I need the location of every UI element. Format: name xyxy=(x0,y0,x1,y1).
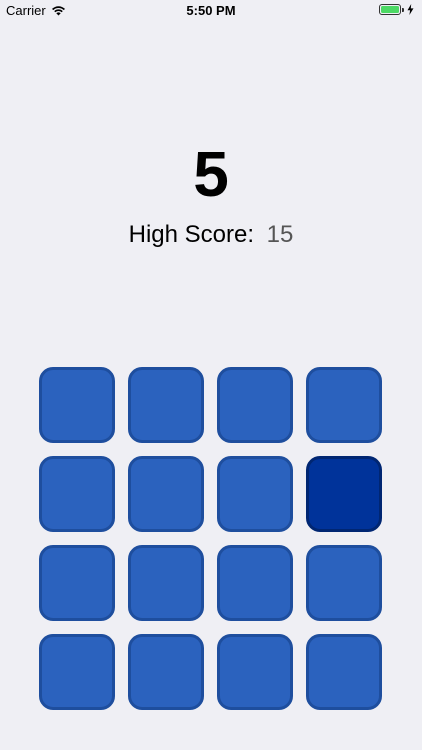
game-tile[interactable] xyxy=(306,367,382,443)
battery-fill xyxy=(381,6,399,13)
game-tile[interactable] xyxy=(217,456,293,532)
game-tile[interactable] xyxy=(39,456,115,532)
status-bar: Carrier 5:50 PM xyxy=(0,0,422,22)
game-tile[interactable] xyxy=(128,545,204,621)
game-tile[interactable] xyxy=(39,634,115,710)
status-time: 5:50 PM xyxy=(186,3,236,18)
game-tile[interactable] xyxy=(39,367,115,443)
game-tile-active[interactable] xyxy=(306,456,382,532)
game-tile[interactable] xyxy=(217,634,293,710)
current-score: 5 xyxy=(193,138,229,210)
game-tile[interactable] xyxy=(217,545,293,621)
game-tile[interactable] xyxy=(128,367,204,443)
game-tile[interactable] xyxy=(306,634,382,710)
bolt-icon xyxy=(407,4,414,15)
game-tile[interactable] xyxy=(39,545,115,621)
high-score-label: High Score: xyxy=(128,221,254,248)
battery-indicator xyxy=(379,4,414,15)
game-tile[interactable] xyxy=(128,634,204,710)
battery-icon xyxy=(379,4,401,15)
tile-grid xyxy=(39,367,383,710)
battery-cap xyxy=(402,7,404,12)
high-score-value: 15 xyxy=(266,221,294,248)
game-tile[interactable] xyxy=(128,456,204,532)
game-tile[interactable] xyxy=(217,367,293,443)
high-score: High Score: 15 xyxy=(0,218,422,252)
game-tile[interactable] xyxy=(306,545,382,621)
